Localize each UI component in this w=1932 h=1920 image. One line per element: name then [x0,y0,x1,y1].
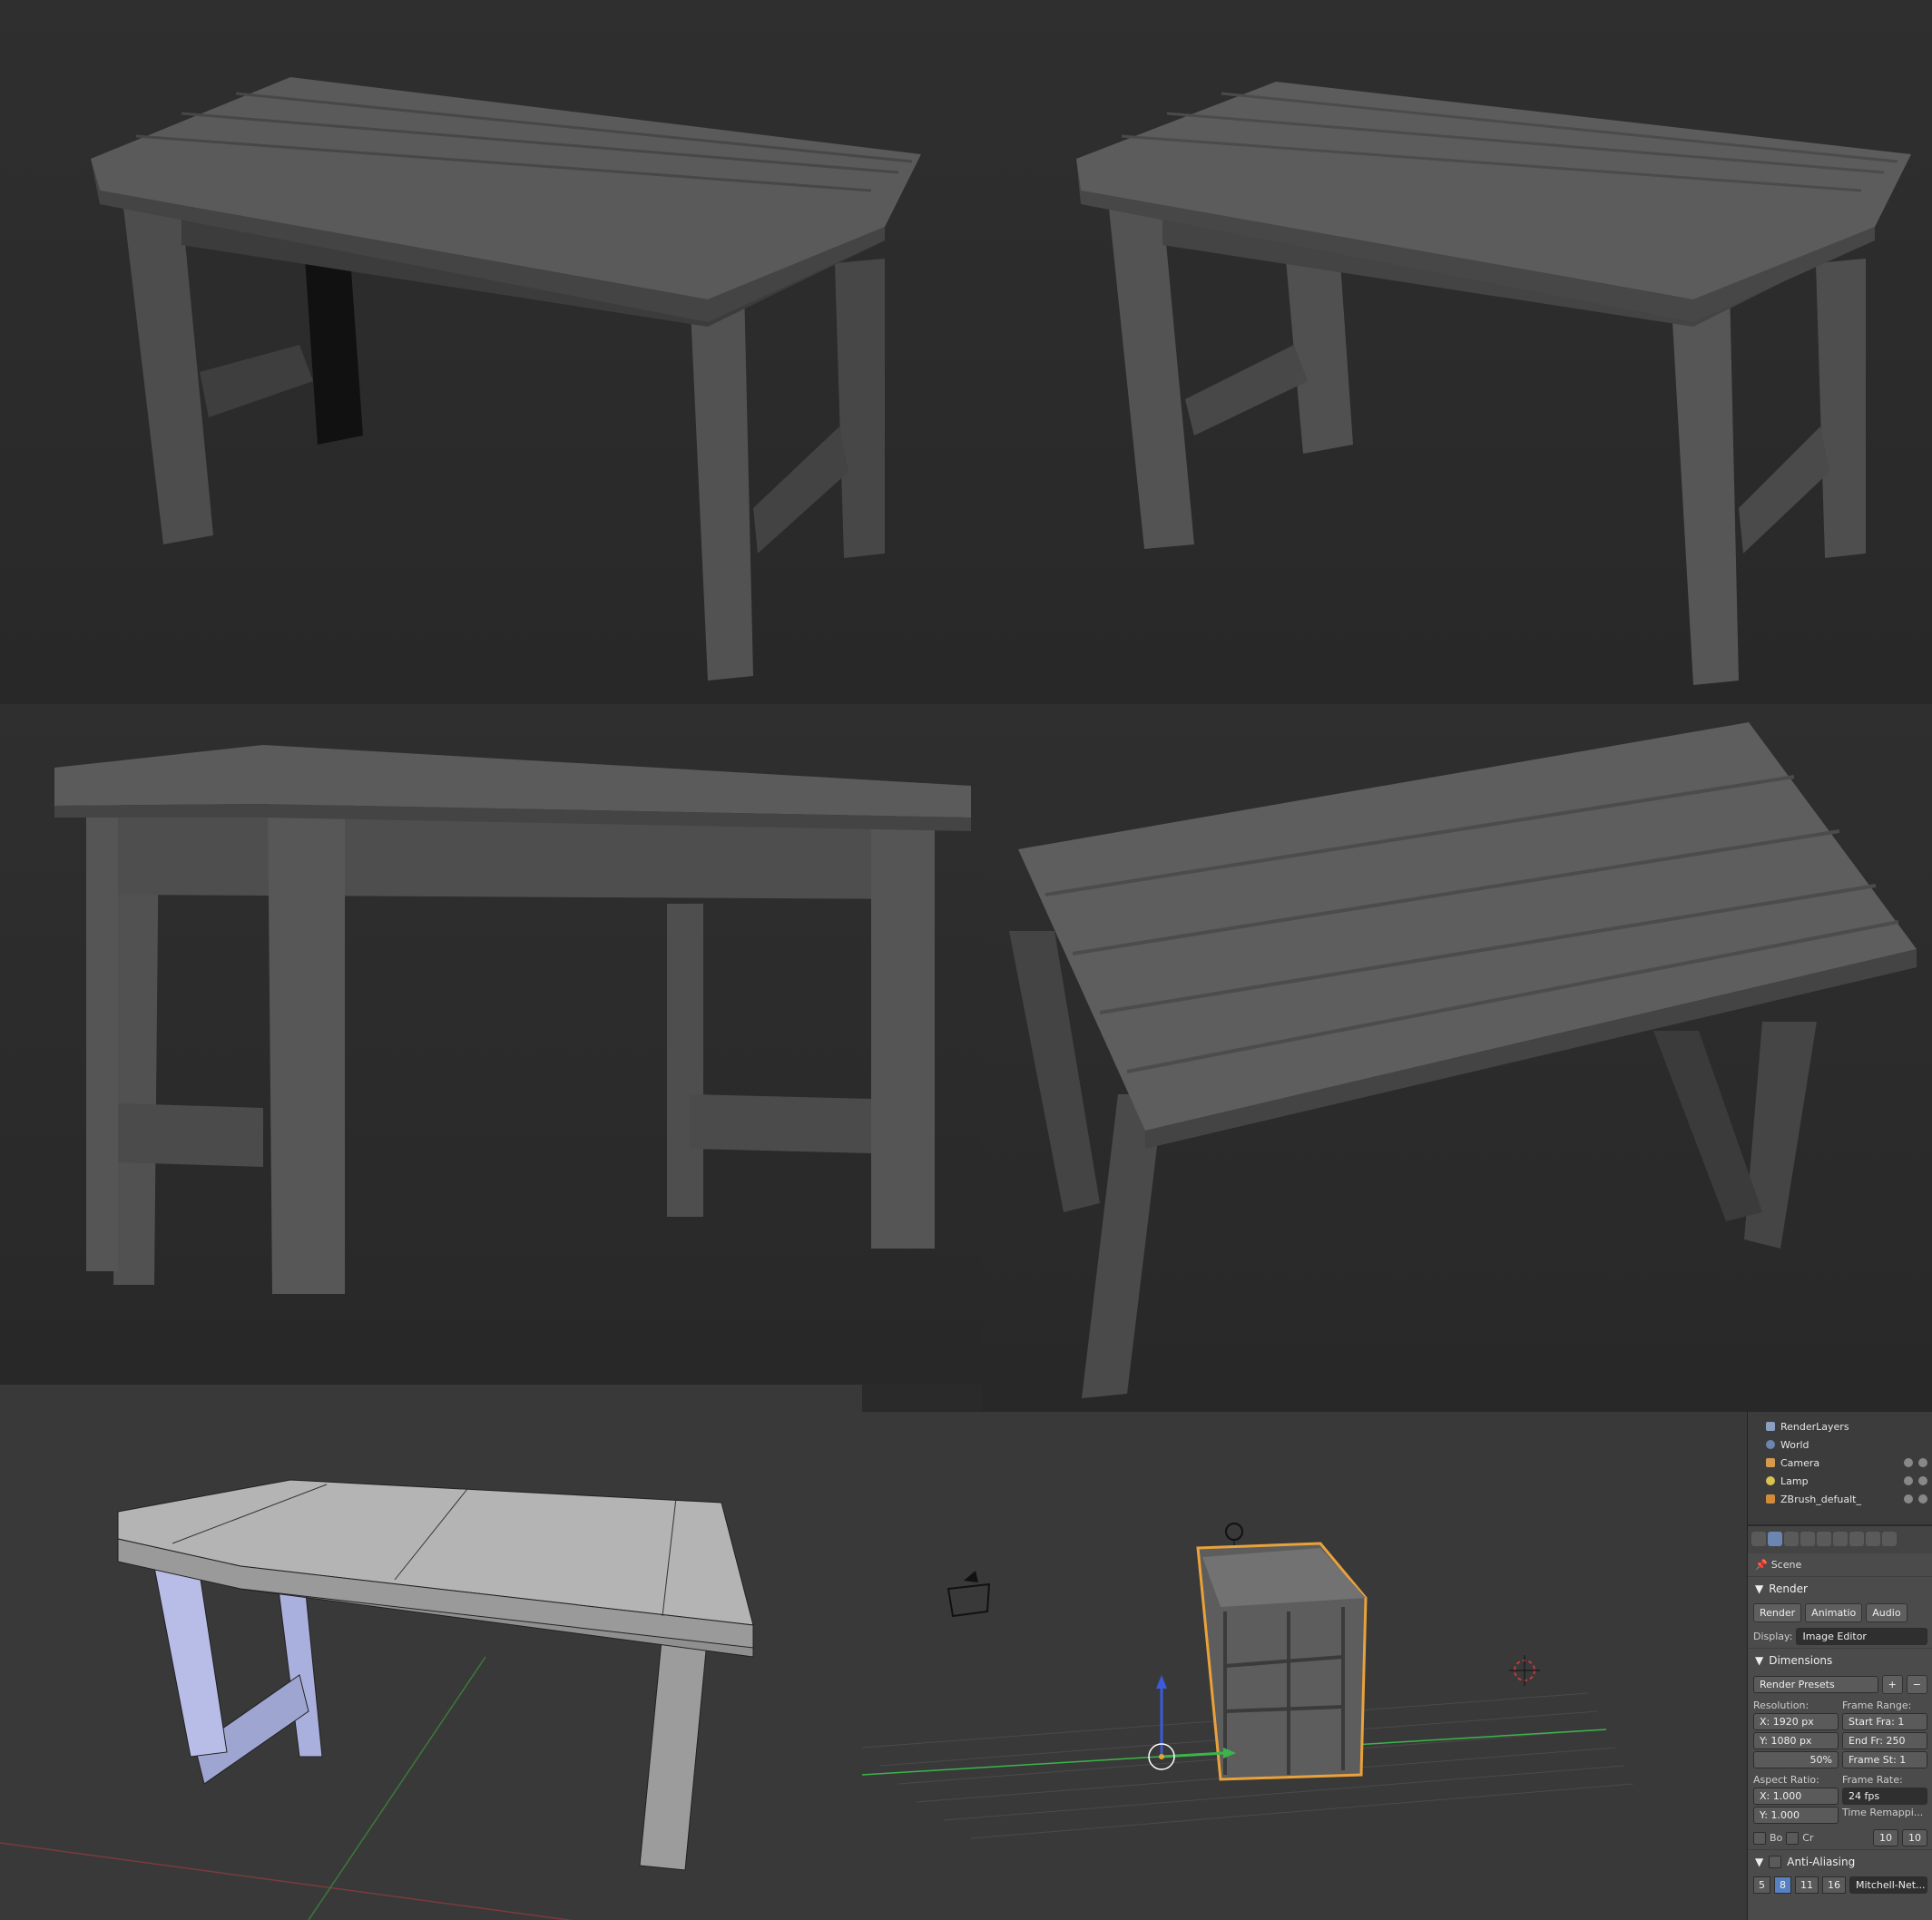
outliner-item-renderlayers[interactable]: RenderLayers [1748,1417,1932,1435]
mesh-icon [1766,1494,1775,1504]
remap-old-field[interactable]: 10 [1873,1829,1898,1847]
lowpoly-viewport[interactable] [0,1385,862,1920]
aspect-framerate-row: Aspect Ratio: X: 1.000 Y: 1.000 Frame Ra… [1748,1771,1932,1827]
tab-render-settings-icon[interactable] [1768,1532,1782,1546]
anti-aliasing-checkbox[interactable] [1769,1856,1782,1868]
table-sculpt-side [54,745,971,1294]
render-view-side [0,704,982,1385]
table-sculpt-top [1009,722,1917,1398]
start-frame-field[interactable]: Start Fra: 1 [1842,1713,1927,1730]
render-button[interactable]: Render [1753,1603,1802,1622]
render-view-top [982,704,1932,1412]
crop-label: Cr [1802,1832,1814,1844]
resolution-percent-field[interactable]: 50% [1753,1751,1839,1768]
tab-render-icon[interactable] [1751,1532,1766,1546]
aa-sample-8[interactable]: 8 [1774,1876,1791,1894]
blender-3d-viewport[interactable] [862,1412,1747,1920]
remap-new-field[interactable]: 10 [1902,1829,1927,1847]
display-label: Display: [1753,1631,1793,1642]
3d-cursor-icon[interactable] [1509,1655,1540,1686]
scene-row: 📌 Scene [1748,1553,1932,1576]
render-buttons-row: Render Animatio Audio [1748,1601,1932,1625]
time-remapping-label: Time Remappi... [1842,1807,1924,1818]
lowpoly-table-mesh [0,1479,754,1920]
add-preset-button[interactable]: + [1881,1675,1903,1694]
aspect-y-field[interactable]: Y: 1.000 [1753,1807,1839,1824]
aspect-x-field[interactable]: X: 1.000 [1753,1788,1839,1805]
triangle-down-icon: ▼ [1755,1856,1764,1868]
scene-label: Scene [1770,1559,1802,1571]
triangle-down-icon: ▼ [1755,1654,1764,1667]
tab-scene-icon[interactable] [1800,1532,1815,1546]
table-sculpt-front-left [91,77,921,681]
border-label: Bo [1770,1832,1783,1844]
render-view-front-left [0,0,967,704]
frame-range-label: Frame Range: [1842,1700,1912,1711]
outliner-item-camera[interactable]: Camera [1748,1454,1932,1472]
outliner-item-world[interactable]: World [1748,1435,1932,1454]
border-checkbox[interactable] [1753,1831,1766,1845]
aa-sample-5[interactable]: 5 [1753,1876,1770,1894]
visibility-eye-icon[interactable] [1904,1494,1913,1504]
render-toggle-icon[interactable] [1918,1494,1927,1504]
render-presets-select[interactable]: Render Presets [1753,1676,1878,1693]
aa-filter-select[interactable]: Mitchell-Net... [1849,1876,1927,1894]
aa-sample-16[interactable]: 16 [1822,1876,1846,1894]
scene-grid [862,1523,1634,1839]
lamp-icon [1766,1476,1775,1485]
outliner: RenderLayers World Camera Lamp ZBrush_de… [1748,1412,1932,1526]
frame-rate-label: Frame Rate: [1842,1774,1903,1786]
render-section-header[interactable]: ▼ Render [1748,1576,1932,1601]
aa-samples-row: 5 8 11 16 Mitchell-Net... [1748,1874,1932,1896]
render-toggle-icon[interactable] [1918,1476,1927,1485]
tab-data-icon[interactable] [1882,1532,1897,1546]
dimensions-section-header[interactable]: ▼ Dimensions [1748,1648,1932,1672]
triangle-down-icon: ▼ [1755,1582,1764,1595]
properties-tabs [1748,1526,1932,1553]
border-crop-row: Bo Cr 10 10 [1748,1827,1932,1849]
visibility-eye-icon[interactable] [1904,1458,1913,1467]
tab-world-icon[interactable] [1817,1532,1831,1546]
render-layers-icon [1766,1422,1775,1431]
presets-row: Render Presets + − [1748,1672,1932,1697]
audio-button[interactable]: Audio [1866,1603,1907,1622]
resolution-y-field[interactable]: Y: 1080 px [1753,1732,1839,1749]
world-icon [1766,1440,1775,1449]
crop-checkbox[interactable] [1786,1831,1800,1845]
table-sculpt-lit [1076,82,1911,685]
aa-sample-11[interactable]: 11 [1795,1876,1819,1894]
remove-preset-button[interactable]: − [1906,1675,1927,1694]
outliner-item-mesh[interactable]: ZBrush_defualt_ [1748,1490,1932,1508]
end-frame-field[interactable]: End Fr: 250 [1842,1732,1927,1749]
selected-mesh-object[interactable] [1196,1542,1368,1781]
animation-button[interactable]: Animatio [1805,1603,1863,1622]
resolution-x-field[interactable]: X: 1920 px [1753,1713,1839,1730]
render-toggle-icon[interactable] [1918,1458,1927,1467]
display-select[interactable]: Image Editor [1796,1628,1927,1645]
frame-rate-select[interactable]: 24 fps [1842,1788,1927,1805]
pin-icon[interactable]: 📌 [1755,1559,1768,1571]
tab-object-icon[interactable] [1833,1532,1848,1546]
aspect-ratio-label: Aspect Ratio: [1753,1774,1819,1786]
tab-constraints-icon[interactable] [1849,1532,1864,1546]
outliner-item-lamp[interactable]: Lamp [1748,1472,1932,1490]
camera-icon [1766,1458,1775,1467]
anti-aliasing-section-header[interactable]: ▼ Anti-Aliasing [1748,1849,1932,1874]
frame-step-field[interactable]: Frame St: 1 [1842,1751,1927,1768]
render-view-front-left-lit [967,0,1932,704]
resolution-framerange-row: Resolution: X: 1920 px Y: 1080 px 50% Fr… [1748,1697,1932,1771]
display-row: Display: Image Editor [1748,1625,1932,1648]
tab-layers-icon[interactable] [1784,1532,1799,1546]
resolution-label: Resolution: [1753,1700,1809,1711]
camera-icon[interactable] [946,1571,991,1618]
visibility-eye-icon[interactable] [1904,1476,1913,1485]
properties-panel: RenderLayers World Camera Lamp ZBrush_de… [1747,1412,1932,1920]
tab-modifiers-icon[interactable] [1866,1532,1880,1546]
